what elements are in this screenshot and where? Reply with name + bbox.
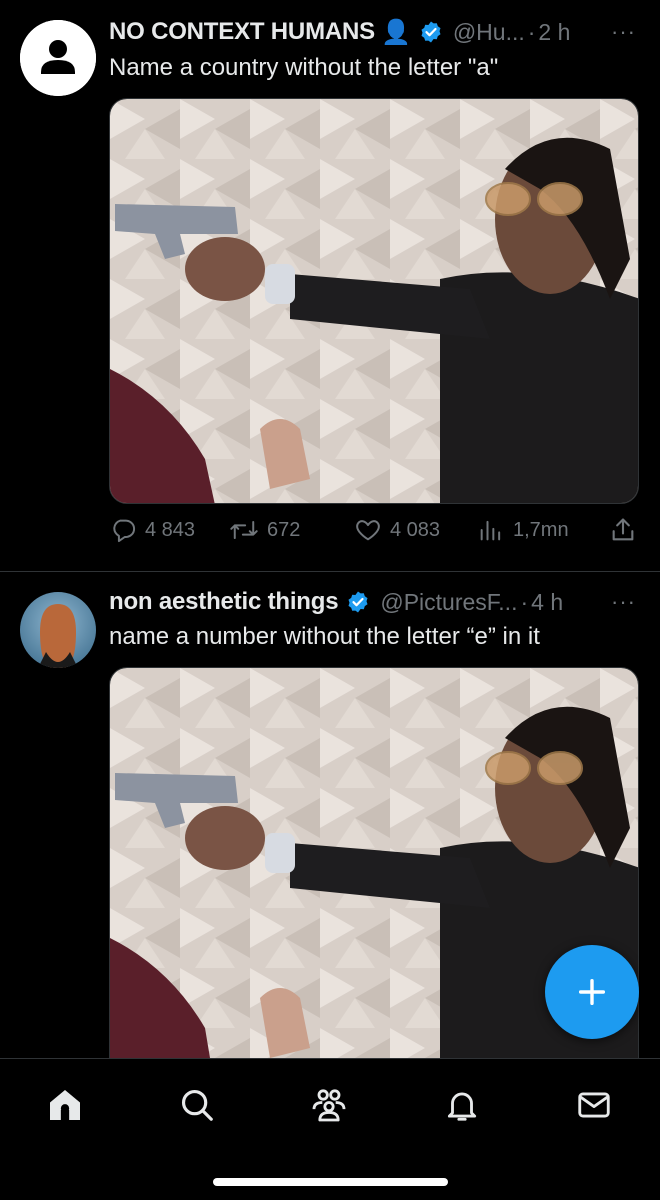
tweet-header: NO CONTEXT HUMANS 👤 @Hu... · 2 h ··· (109, 17, 636, 47)
tweet-text: name a number without the letter “e” in … (109, 623, 540, 650)
search-icon (181, 1089, 213, 1121)
verified-badge-icon (346, 590, 370, 614)
author-name[interactable]: NO CONTEXT HUMANS (109, 18, 375, 46)
tweet[interactable]: NO CONTEXT HUMANS 👤 @Hu... · 2 h ··· Nam… (0, 0, 660, 572)
share-button[interactable] (609, 516, 645, 544)
compose-plus-icon (578, 978, 606, 1006)
home-icon (50, 1090, 80, 1120)
reply-button[interactable]: 4 843 (109, 516, 195, 544)
nav-notifications[interactable] (440, 1083, 484, 1127)
timestamp[interactable]: 4 h (531, 589, 563, 616)
views-icon (480, 520, 501, 541)
retweet-count: 672 (267, 518, 301, 541)
nav-search[interactable] (175, 1083, 219, 1127)
tweet-image[interactable] (109, 98, 639, 504)
like-icon (356, 520, 380, 541)
reply-icon (113, 519, 135, 543)
reply-count: 4 843 (145, 518, 196, 541)
tweet-divider (0, 571, 660, 572)
home-indicator[interactable] (213, 1178, 448, 1186)
like-count: 4 083 (390, 518, 441, 541)
avatar[interactable] (20, 592, 96, 668)
retweet-icon (230, 520, 258, 540)
views-count: 1,7mn (513, 518, 569, 541)
tweet-text: Name a country without the letter "a" (109, 54, 499, 81)
retweet-button[interactable]: 672 (229, 516, 300, 544)
timestamp[interactable]: 2 h (538, 19, 570, 46)
author-handle[interactable]: @Hu... (453, 19, 525, 46)
separator-dot: · (520, 588, 529, 615)
compose-button[interactable] (545, 945, 639, 1039)
verified-badge-icon (419, 20, 443, 44)
author-emoji: 👤 (380, 18, 411, 46)
views-button[interactable]: 1,7mn (477, 516, 569, 544)
separator-dot: · (527, 18, 536, 45)
tweet-header: non aesthetic things @PicturesF... · 4 h… (109, 587, 636, 617)
more-options-icon[interactable]: ··· (611, 589, 636, 615)
communities-icon (312, 1089, 346, 1122)
nav-messages[interactable] (572, 1083, 616, 1127)
tweet-actions: 4 843 672 4 083 1,7mn (109, 516, 640, 552)
more-options-icon[interactable]: ··· (611, 19, 636, 45)
messages-icon (578, 1092, 610, 1118)
like-button[interactable]: 4 083 (354, 516, 440, 544)
share-icon (612, 518, 634, 541)
author-handle[interactable]: @PicturesF... (380, 589, 517, 616)
notifications-icon (447, 1092, 477, 1121)
nav-home[interactable] (43, 1083, 87, 1127)
nav-communities[interactable] (307, 1083, 351, 1127)
author-name[interactable]: non aesthetic things (109, 588, 339, 616)
avatar[interactable] (20, 20, 96, 96)
